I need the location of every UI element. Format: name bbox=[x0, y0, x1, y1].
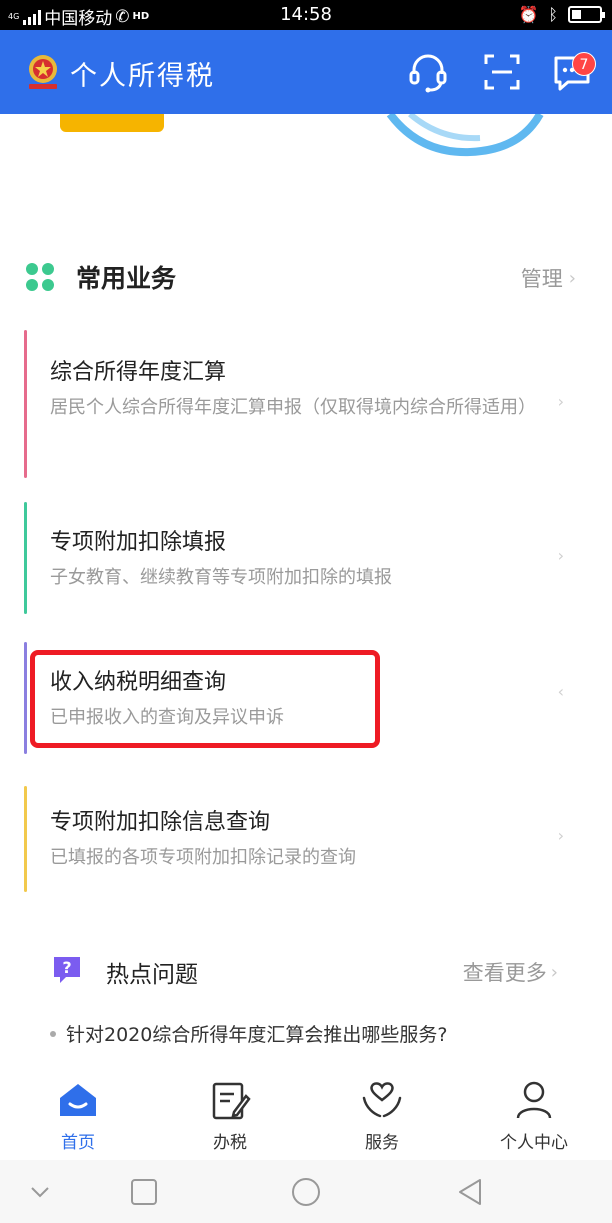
view-more-link[interactable]: 查看更多 › bbox=[463, 957, 558, 987]
app-header: 个人所得税 7 bbox=[0, 30, 612, 114]
emblem-icon bbox=[29, 55, 57, 89]
status-right: ⏰ ᛒ bbox=[518, 5, 605, 24]
manage-label: 管理 bbox=[520, 267, 563, 291]
chevron-right-icon: › bbox=[550, 961, 558, 983]
hot-topic-item[interactable]: 针对2020综合所得年度汇算会推出哪些服务? bbox=[50, 1020, 447, 1047]
card-title: 综合所得年度汇算 bbox=[50, 360, 227, 385]
chevron-right-icon: › bbox=[557, 392, 564, 411]
grid-icon bbox=[26, 263, 54, 291]
card-title: 收入纳税明细查询 bbox=[50, 670, 227, 695]
tab-tax[interactable]: 办税 bbox=[180, 1078, 280, 1153]
card-title: 专项附加扣除填报 bbox=[50, 530, 227, 555]
bullet bbox=[50, 1030, 56, 1037]
scan-icon[interactable] bbox=[480, 50, 524, 94]
battery-level bbox=[572, 10, 581, 19]
view-more-label: 查看更多 bbox=[462, 961, 547, 985]
message-count-badge: 7 bbox=[572, 52, 596, 76]
alarm-icon: ⏰ bbox=[518, 5, 539, 24]
heart-hands-icon bbox=[362, 1082, 402, 1118]
card-accent-bar bbox=[24, 330, 27, 478]
tab-label: 服务 bbox=[365, 1133, 399, 1153]
card-accent-bar bbox=[24, 642, 27, 754]
banner-graphic bbox=[386, 114, 544, 157]
chevron-right-icon: › bbox=[568, 267, 576, 289]
tab-service[interactable]: 服务 bbox=[332, 1078, 432, 1153]
home-button-icon[interactable] bbox=[286, 1174, 326, 1210]
back-icon[interactable] bbox=[450, 1174, 490, 1210]
card-description: 已填报的各项专项附加扣除记录的查询 bbox=[50, 847, 356, 868]
tab-personal-center[interactable]: 个人中心 bbox=[484, 1078, 584, 1153]
status-bar: 4G 中国移动 ✆ HD 14:58 ⏰ ᛒ bbox=[0, 0, 612, 30]
document-edit-icon bbox=[212, 1082, 251, 1120]
svg-text:?: ? bbox=[62, 958, 71, 977]
manage-link[interactable]: 管理 › bbox=[521, 263, 576, 293]
card-description: 已申报收入的查询及异议申诉 bbox=[50, 707, 284, 728]
chevron-right-icon: › bbox=[557, 546, 564, 565]
tab-label: 办税 bbox=[213, 1133, 247, 1153]
tab-label: 首页 bbox=[61, 1133, 95, 1153]
view-records-button[interactable] bbox=[60, 114, 164, 132]
battery-icon bbox=[568, 6, 605, 23]
service-card-deduction-info-query[interactable]: 专项附加扣除信息查询 已填报的各项专项附加扣除记录的查询 › bbox=[24, 786, 588, 892]
system-nav-bar bbox=[0, 1160, 612, 1223]
service-card-income-tax-query[interactable]: 收入纳税明细查询 已申报收入的查询及异议申诉 ‹ bbox=[24, 642, 588, 754]
section-title: 常用业务 bbox=[76, 264, 177, 293]
bottom-tab-bar: 首页 办税 服务 个人中心 bbox=[0, 1070, 612, 1160]
service-card-special-deduction-fill[interactable]: 专项附加扣除填报 子女教育、继续教育等专项附加扣除的填报 › bbox=[24, 502, 588, 614]
card-description: 子女教育、继续教育等专项附加扣除的填报 bbox=[50, 567, 392, 588]
customer-service-icon[interactable] bbox=[406, 50, 450, 94]
card-accent-bar bbox=[24, 786, 27, 892]
app-screen: 4G 中国移动 ✆ HD 14:58 ⏰ ᛒ 个人所得税 7 常用业务 管理 ›… bbox=[0, 0, 612, 1223]
question-icon: ? bbox=[54, 957, 80, 983]
chevron-right-icon: › bbox=[557, 826, 564, 845]
card-title: 专项附加扣除信息查询 bbox=[50, 810, 271, 835]
card-description: 居民个人综合所得年度汇算申报（仅取得境内综合所得适用） bbox=[50, 397, 536, 418]
home-icon bbox=[60, 1084, 96, 1116]
recent-apps-icon[interactable] bbox=[124, 1174, 164, 1210]
service-card-annual-settlement[interactable]: 综合所得年度汇算 居民个人综合所得年度汇算申报（仅取得境内综合所得适用） › bbox=[24, 330, 588, 478]
hot-topic-text: 针对2020综合所得年度汇算会推出哪些服务? bbox=[66, 1024, 448, 1046]
hot-topics-title: 热点问题 bbox=[106, 962, 198, 988]
app-title: 个人所得税 bbox=[70, 61, 215, 92]
person-icon bbox=[516, 1081, 552, 1119]
tab-label: 个人中心 bbox=[500, 1133, 568, 1153]
bluetooth-icon: ᛒ bbox=[548, 5, 558, 24]
tab-home[interactable]: 首页 bbox=[28, 1078, 128, 1153]
collapse-icon[interactable] bbox=[20, 1174, 60, 1210]
card-accent-bar bbox=[24, 502, 27, 614]
chevron-right-icon: ‹ bbox=[557, 682, 564, 701]
